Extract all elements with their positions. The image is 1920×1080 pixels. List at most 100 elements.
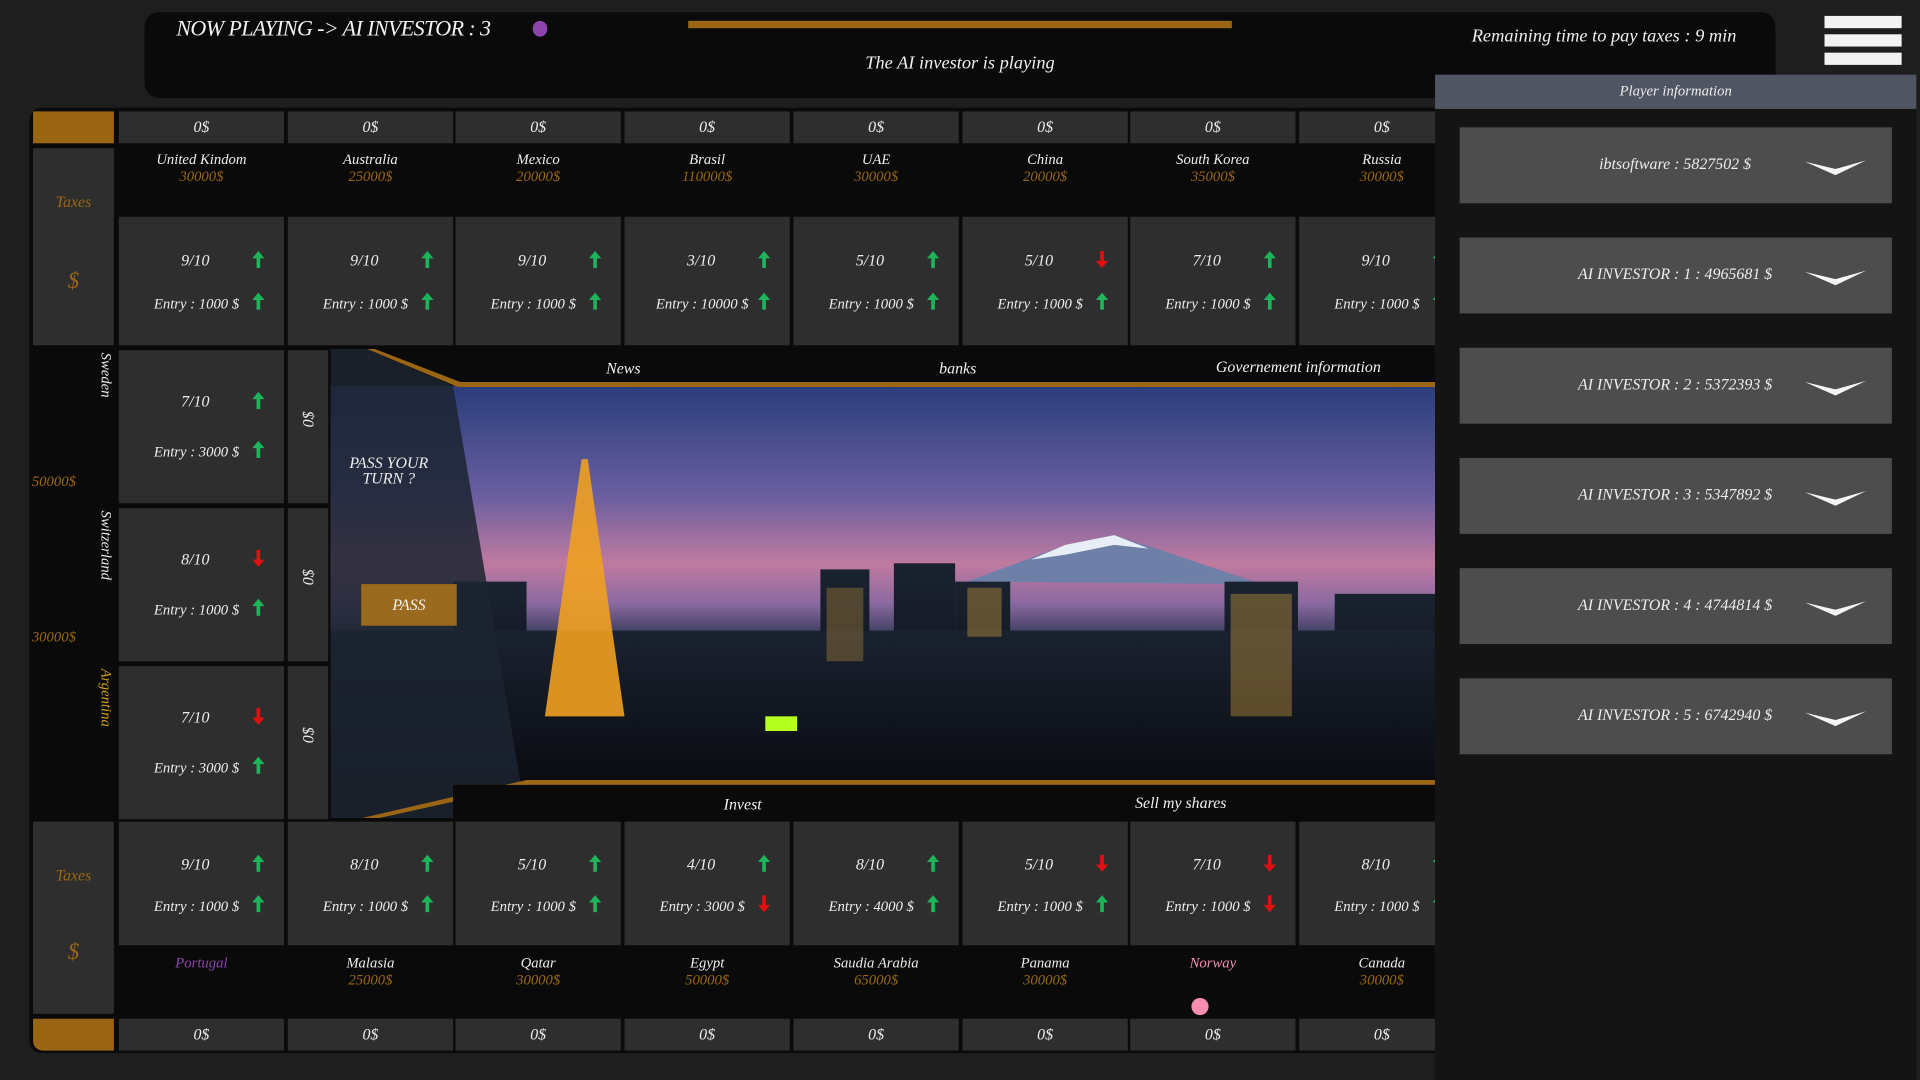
- chevron-down-icon[interactable]: [1805, 159, 1866, 176]
- property-cell[interactable]: 8/10 Entry : 1000 $: [1299, 822, 1435, 946]
- player-card[interactable]: AI INVESTOR : 4 : 4744814 $: [1460, 568, 1892, 644]
- city-skyline-image: [331, 349, 1435, 818]
- property-cell[interactable]: 7/10 Entry : 3000 $: [119, 350, 284, 503]
- property-cell[interactable]: 7/10 Entry : 1000 $: [1130, 822, 1295, 946]
- tab-banks[interactable]: banks: [939, 359, 976, 379]
- property-cell[interactable]: 3/10 Entry : 10000 $: [624, 217, 789, 346]
- chevron-down-icon[interactable]: [1805, 380, 1866, 397]
- country-price: 65000$: [793, 971, 958, 988]
- arrow-up-icon: [252, 855, 264, 872]
- chevron-down-icon[interactable]: [1805, 269, 1866, 286]
- country-price: 30000$: [1299, 168, 1435, 185]
- chevron-down-icon[interactable]: [1805, 600, 1866, 617]
- country-label: South Korea35000$: [1130, 151, 1295, 185]
- country-label: Qatar30000$: [456, 954, 621, 988]
- country-name: Qatar: [456, 954, 621, 971]
- sell-shares-button[interactable]: Sell my shares: [1135, 793, 1226, 813]
- country-price: 50000$: [624, 971, 789, 988]
- player-card[interactable]: AI INVESTOR : 1 : 4965681 $: [1460, 238, 1892, 314]
- arrow-up-icon: [589, 293, 601, 310]
- country-price: 35000$: [1130, 168, 1295, 185]
- entry-fee: Entry : 1000 $: [1299, 897, 1435, 915]
- current-player-token: [533, 21, 548, 37]
- property-cell[interactable]: 5/10 Entry : 1000 $: [962, 822, 1127, 946]
- arrow-up-icon: [421, 293, 433, 310]
- property-cell[interactable]: 9/10 Entry : 1000 $: [456, 217, 621, 346]
- tax-cell-top[interactable]: Taxes $: [33, 148, 114, 345]
- invest-button[interactable]: Invest: [724, 795, 762, 815]
- country-name: Argentina: [97, 669, 115, 727]
- player-card[interactable]: AI INVESTOR : 2 : 5372393 $: [1460, 348, 1892, 424]
- property-cell[interactable]: 5/10 Entry : 1000 $: [456, 822, 621, 946]
- game-screen: NOW PLAYING -> AI INVESTOR : 3 The AI in…: [0, 0, 1920, 1080]
- chevron-down-icon[interactable]: [1805, 710, 1866, 727]
- property-cell[interactable]: 8/10 Entry : 1000 $: [119, 508, 284, 661]
- arrow-up-icon: [252, 756, 264, 773]
- country-label: UAE30000$: [793, 151, 958, 185]
- country-name: Sweden: [97, 353, 115, 398]
- now-playing-label: NOW PLAYING -> AI INVESTOR : 3: [176, 16, 490, 42]
- tab-news[interactable]: News: [606, 359, 640, 379]
- owned-amount: 0$: [288, 111, 453, 143]
- arrow-up-icon: [927, 895, 939, 912]
- owned-amount: 0$: [456, 1019, 621, 1051]
- country-name: China: [962, 151, 1127, 168]
- country-label: Malasia25000$: [288, 954, 453, 988]
- owned-amount: 0$: [962, 111, 1127, 143]
- owned-amount: 0$: [299, 727, 319, 743]
- arrow-down-icon: [1096, 855, 1108, 872]
- tax-timer: Remaining time to pay taxes : 9 min: [1445, 27, 1763, 48]
- property-cell[interactable]: 9/10 Entry : 1000 $: [1299, 217, 1435, 346]
- player-card[interactable]: ibtsoftware : 5827502 $: [1460, 127, 1892, 203]
- owned-amount: 0$: [1130, 1019, 1295, 1051]
- arrow-up-icon: [252, 895, 264, 912]
- arrow-up-icon: [758, 855, 770, 872]
- arrow-up-icon: [927, 293, 939, 310]
- owned-amount: 0$: [1130, 111, 1295, 143]
- country-name: South Korea: [1130, 151, 1295, 168]
- country-label: Norway: [1130, 954, 1295, 971]
- pass-button[interactable]: PASS: [361, 584, 457, 626]
- country-price: 20000$: [456, 168, 621, 185]
- country-price: 30000$: [793, 168, 958, 185]
- arrow-up-icon: [1264, 293, 1276, 310]
- owned-amount: 0$: [299, 569, 319, 585]
- property-cell[interactable]: 5/10 Entry : 1000 $: [962, 217, 1127, 346]
- pass-turn-question: PASS YOUR TURN ?: [337, 454, 441, 486]
- corner-bottom-left: [33, 1019, 114, 1051]
- country-price: 25000$: [288, 168, 453, 185]
- property-cell[interactable]: 9/10 Entry : 1000 $: [119, 822, 284, 946]
- arrow-up-icon: [927, 855, 939, 872]
- country-price: 20000$: [962, 168, 1127, 185]
- property-cell[interactable]: 4/10 Entry : 3000 $: [624, 822, 789, 946]
- player-token: [1191, 998, 1208, 1015]
- arrow-up-icon: [421, 895, 433, 912]
- tax-cell-bottom[interactable]: Taxes $: [33, 822, 114, 1014]
- country-price: 30000$: [1299, 971, 1435, 988]
- owned-amount-cell: 0$: [288, 508, 328, 661]
- arrow-up-icon: [252, 598, 264, 615]
- property-cell[interactable]: 8/10 Entry : 4000 $: [793, 822, 958, 946]
- country-label: United Kindom30000$: [119, 151, 284, 185]
- property-cell[interactable]: 7/10 Entry : 1000 $: [1130, 217, 1295, 346]
- owned-amount: 0$: [1299, 1019, 1435, 1051]
- country-name: Canada: [1299, 954, 1435, 971]
- owned-amount-cell: 0$: [288, 350, 328, 503]
- country-label: Egypt50000$: [624, 954, 789, 988]
- menu-icon[interactable]: [1824, 16, 1901, 70]
- arrow-up-icon: [1264, 251, 1276, 268]
- property-cell[interactable]: 7/10 Entry : 3000 $: [119, 666, 284, 819]
- arrow-up-icon: [252, 441, 264, 458]
- country-label: Mexico20000$: [456, 151, 621, 185]
- property-cell[interactable]: 8/10 Entry : 1000 $: [288, 822, 453, 946]
- country-label: China20000$: [962, 151, 1127, 185]
- country-name: United Kindom: [119, 151, 284, 168]
- chevron-down-icon[interactable]: [1805, 490, 1866, 507]
- property-cell[interactable]: 9/10 Entry : 1000 $: [119, 217, 284, 346]
- tab-government-information[interactable]: Governement information: [1216, 358, 1381, 378]
- property-cell[interactable]: 5/10 Entry : 1000 $: [793, 217, 958, 346]
- property-cell[interactable]: 9/10 Entry : 1000 $: [288, 217, 453, 346]
- left-price: 30000$: [32, 628, 76, 646]
- player-card[interactable]: AI INVESTOR : 5 : 6742940 $: [1460, 678, 1892, 754]
- player-card[interactable]: AI INVESTOR : 3 : 5347892 $: [1460, 458, 1892, 534]
